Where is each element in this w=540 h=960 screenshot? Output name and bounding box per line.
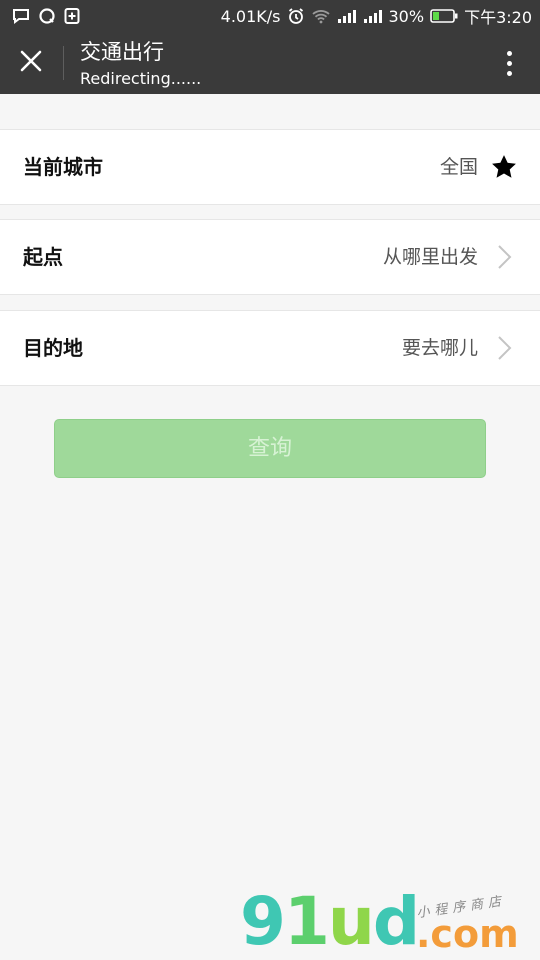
origin-placeholder: 从哪里出发 [382,246,478,268]
clock-time: 下午3:20 [464,8,532,27]
origin-row[interactable]: 起点 从哪里出发 [0,219,540,295]
chevron-right-icon [490,243,518,271]
wifi-icon [311,8,331,24]
page-title: 交通出行 [80,40,164,64]
screen: 4.01K/s 30% 下午3:20 交通出行 Redirecting.....… [0,0,540,960]
chevron-right-icon [490,334,518,362]
status-bar: 4.01K/s 30% 下午3:20 [0,0,540,32]
battery-icon [430,8,458,24]
query-button[interactable]: 查询 [54,419,486,478]
message-icon [12,8,30,24]
current-city-value: 全国 [439,156,478,178]
close-icon [19,49,43,77]
network-speed: 4.01K/s [220,6,281,26]
page-subtitle: Redirecting...... [80,69,202,88]
destination-label: 目的地 [23,336,83,360]
status-bar-left [12,7,80,25]
battery-percent: 30% [388,6,425,26]
star-icon[interactable] [490,153,518,181]
nav-divider [63,46,64,80]
more-options-button[interactable] [492,46,526,80]
current-city-row[interactable]: 当前城市 全国 [0,129,540,205]
navigation-bar: 交通出行 Redirecting...... [0,32,540,94]
destination-row[interactable]: 目的地 要去哪儿 [0,310,540,386]
destination-placeholder: 要去哪儿 [401,337,478,359]
plus-box-icon [64,7,80,25]
status-bar-right: 4.01K/s 30% 下午3:20 [221,4,532,28]
watermark-brand: 91ud [240,883,420,960]
signal-icon [337,8,357,24]
close-button[interactable] [14,46,48,80]
origin-label: 起点 [23,245,63,269]
signal-icon [363,8,383,24]
current-city-label: 当前城市 [23,155,103,179]
alarm-icon [287,7,305,25]
more-vertical-icon [506,50,512,56]
qq-icon [38,7,56,25]
watermark-domain: .com [416,912,519,956]
watermark-logo: 91ud 小程序商店 .com [240,883,540,960]
